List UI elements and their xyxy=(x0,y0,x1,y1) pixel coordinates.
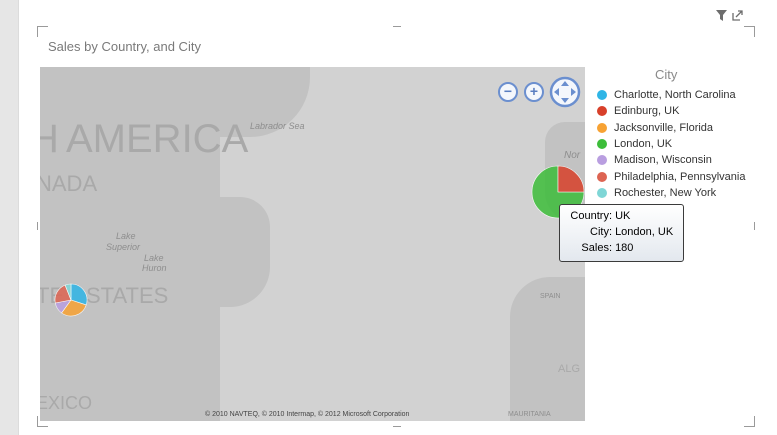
legend-title: City xyxy=(655,67,678,82)
pan-control-icon[interactable] xyxy=(549,76,581,108)
legend-swatch xyxy=(597,139,607,150)
east-coast-land xyxy=(190,197,270,307)
legend-item[interactable]: Rochester, New York xyxy=(597,185,745,201)
visual-title: Sales by Country, and City xyxy=(48,39,201,54)
map-label-lake-superior-1: Lake xyxy=(116,231,136,241)
expand-icon[interactable] xyxy=(732,10,743,21)
map-label-america-h: H xyxy=(40,117,59,161)
legend-item[interactable]: Edinburg, UK xyxy=(597,103,745,119)
legend-item[interactable]: Charlotte, North Carolina xyxy=(597,87,745,103)
map-label-lake-huron-2: Huron xyxy=(142,263,167,273)
resize-corner-bottom-right[interactable] xyxy=(744,416,755,427)
tooltip-key-city: City: xyxy=(590,226,612,238)
legend-item[interactable]: Philadelphia, Pennsylvania xyxy=(597,168,745,184)
resize-handle-bottom[interactable] xyxy=(393,426,401,427)
resize-corner-top-right[interactable] xyxy=(744,26,755,37)
map-copyright: © 2010 NAVTEQ, © 2010 Intermap, © 2012 M… xyxy=(205,411,410,418)
tooltip-row-country: Country: UK xyxy=(560,210,678,222)
visual-header-icons xyxy=(716,10,748,21)
resize-corner-top-left[interactable] xyxy=(37,26,48,37)
map-label-canada: NADA xyxy=(40,171,98,196)
map-label-lake-superior-2: Superior xyxy=(106,242,141,252)
map-label-lake-huron-1: Lake xyxy=(144,253,164,263)
tooltip-value-country: UK xyxy=(615,210,631,222)
legend-label: Charlotte, North Carolina xyxy=(614,89,736,102)
legend-label: Madison, Wisconsin xyxy=(614,154,712,167)
tooltip-key-country: Country: xyxy=(570,210,612,222)
map-label-mexico: EXICO xyxy=(40,393,93,413)
legend-item[interactable]: Jacksonville, Florida xyxy=(597,120,745,136)
map-label-nor: Nor xyxy=(564,150,581,161)
tooltip: Country: UK City: London, UK Sales: 180 xyxy=(559,204,684,262)
legend-label: Jacksonville, Florida xyxy=(614,121,714,134)
tooltip-row-city: City: London, UK xyxy=(560,226,678,238)
tooltip-row-sales: Sales: 180 xyxy=(560,242,678,254)
pie-united-states[interactable] xyxy=(54,283,88,317)
legend-swatch xyxy=(597,155,607,166)
legend-swatch xyxy=(597,187,607,198)
map-label-algeria: ALG xyxy=(558,363,581,375)
legend-label: Edinburg, UK xyxy=(614,105,680,118)
legend-swatch xyxy=(597,171,607,182)
left-panel-strip xyxy=(0,0,19,435)
legend-label: Philadelphia, Pennsylvania xyxy=(614,170,746,183)
resize-handle-left[interactable] xyxy=(37,222,38,230)
map-area[interactable]: H AMERICA NADA TE STATES EXICO Labrador … xyxy=(40,67,585,421)
legend: City Charlotte, North Carolina Edinburg, … xyxy=(597,67,745,201)
legend-label: Rochester, New York xyxy=(614,186,717,199)
map-label-states: STATES xyxy=(86,283,169,308)
map-label-america: AMERICA xyxy=(66,117,249,161)
legend-item[interactable]: Madison, Wisconsin xyxy=(597,152,745,168)
filter-icon[interactable] xyxy=(716,10,727,21)
legend-label: London, UK xyxy=(614,138,673,151)
legend-swatch xyxy=(597,106,607,117)
legend-item[interactable]: London, UK xyxy=(597,136,745,152)
map-label-spain: SPAIN xyxy=(540,293,561,300)
map-label-mauritania: MAURITANIA xyxy=(508,411,551,418)
resize-handle-right[interactable] xyxy=(754,222,755,230)
legend-items: Charlotte, North Carolina Edinburg, UK Jac… xyxy=(597,87,745,201)
tooltip-value-city: London, UK xyxy=(615,226,674,238)
tooltip-value-sales: 180 xyxy=(615,242,634,254)
legend-swatch xyxy=(597,90,607,101)
map-label-labrador-sea: Labrador Sea xyxy=(250,121,305,131)
zoom-out-button[interactable]: − xyxy=(498,82,518,102)
pie-slice[interactable] xyxy=(557,165,585,193)
resize-handle-top[interactable] xyxy=(393,26,401,27)
zoom-in-button[interactable]: + xyxy=(524,82,544,102)
legend-swatch xyxy=(597,122,607,133)
tooltip-key-sales: Sales: xyxy=(581,242,612,254)
